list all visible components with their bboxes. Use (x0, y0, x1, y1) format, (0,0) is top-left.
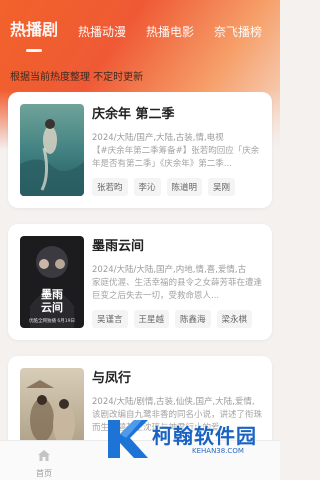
tab-label: 热播剧 (10, 20, 59, 39)
cast-tags: 张若昀 李沁 陈道明 吴刚 (92, 178, 264, 196)
cast-tags: 吴谨言 王星越 陈鑫海 梁永棋 (92, 310, 264, 328)
cast-tag[interactable]: 吴刚 (208, 178, 236, 196)
active-tab-indicator (26, 49, 42, 52)
cast-tag[interactable]: 李沁 (133, 178, 161, 196)
show-info: 庆余年 第二季 2024/大陆/国产,大陆,古装,情,电视 【#庆余年第二季筹备… (92, 104, 264, 196)
show-meta: 2024/大陆/剧情,古装,仙侠,国产,大陆,爱情, (92, 397, 255, 407)
show-title: 与凤行 (92, 371, 132, 386)
cast-tag[interactable]: 吴谨言 (92, 310, 128, 328)
watermark: 柯翰软件园 KEHAN38.COM (104, 414, 274, 464)
watermark-logo (108, 420, 148, 458)
show-info: 墨雨云间 2024/大陆/大陆,国产,内地,情,喜,爱情,古 家庭优渥、生活幸福… (92, 236, 264, 328)
show-description: 【#庆余年第二季筹备#】张若昀回应「庆余年是否有第二季」《庆余年》第二季... (92, 146, 260, 169)
list-subtitle: 根据当前热度整理 不定时更新 (10, 72, 144, 83)
poster-title: 墨雨 (41, 288, 63, 301)
cast-tag[interactable]: 梁永棋 (216, 310, 253, 328)
home-icon (38, 450, 50, 461)
nav-home-label: 首页 (36, 469, 52, 478)
watermark-url: KEHAN38.COM (192, 447, 244, 455)
category-tabs: 热播剧 热播动漫 热播电影 奈飞播榜 (10, 20, 272, 52)
tab-hot-movies[interactable]: 热播电影 (146, 24, 194, 40)
tab-netflix-chart[interactable]: 奈飞播榜 (214, 24, 262, 40)
watermark-text: 柯翰软件园 (152, 424, 257, 448)
tab-hot-anime[interactable]: 热播动漫 (78, 24, 126, 40)
show-card[interactable]: 庆余年 第二季 2024/大陆/国产,大陆,古装,情,电视 【#庆余年第二季筹备… (8, 92, 272, 208)
show-meta: 2024/大陆/大陆,国产,内地,情,喜,爱情,古 (92, 265, 247, 275)
poster-caption: 优酷全网独播 6月19日 (29, 317, 75, 324)
nav-home[interactable]: 首页 (31, 447, 57, 479)
cast-tag[interactable]: 陈道明 (166, 178, 203, 196)
show-poster: 墨雨 云间 优酷全网独播 6月19日 (20, 236, 84, 328)
poster-title: 云间 (41, 301, 63, 314)
tab-label: 热播电影 (146, 25, 195, 39)
show-meta: 2024/大陆/国产,大陆,古装,情,电视 (92, 133, 224, 143)
tab-hot-dramas[interactable]: 热播剧 (10, 20, 59, 52)
show-poster (20, 104, 84, 196)
show-title: 墨雨云间 (92, 239, 145, 254)
show-title: 庆余年 第二季 (92, 107, 175, 122)
cast-tag[interactable]: 陈鑫海 (175, 310, 211, 328)
cast-tag[interactable]: 张若昀 (92, 178, 128, 196)
cast-tag[interactable]: 王星越 (133, 310, 170, 328)
tab-label: 热播动漫 (78, 25, 127, 39)
show-card[interactable]: 墨雨 云间 优酷全网独播 6月19日 墨雨云间 2024/大陆/大陆,国产,内地… (8, 224, 272, 340)
tab-label: 奈飞播榜 (214, 25, 263, 39)
show-description: 家庭优渥、生活幸福的县令之女薛芳菲在遭逢巨变之后失去一切，受救命恩人... (92, 278, 263, 301)
